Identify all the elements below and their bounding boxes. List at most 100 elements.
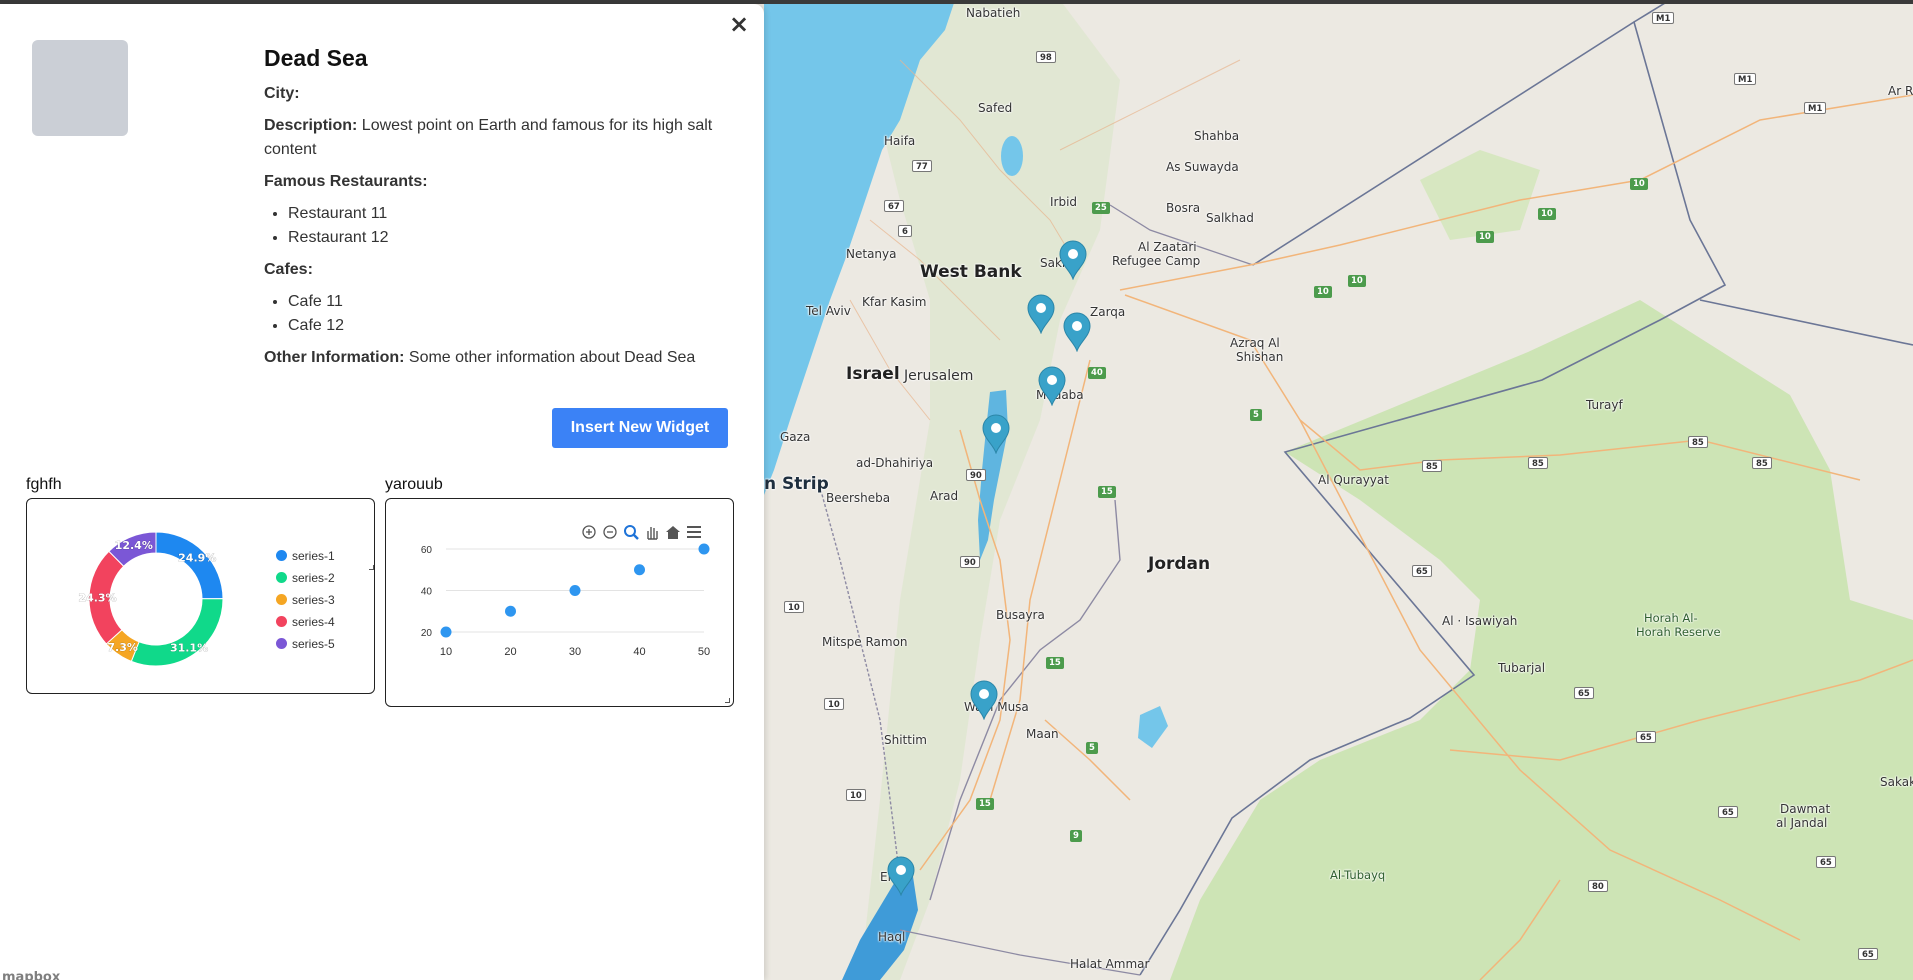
widget-title: yarouub [385, 476, 443, 493]
road-shield: 15 [1098, 486, 1116, 498]
map-label: Turayf [1586, 398, 1623, 412]
road-shield: 98 [1036, 51, 1056, 63]
donut-slice[interactable] [155, 531, 224, 600]
map-label: Beersheba [826, 491, 891, 505]
map-marker[interactable] [1058, 240, 1088, 280]
legend-item[interactable]: series-2 [276, 571, 335, 585]
map-label: Gaza [780, 430, 811, 444]
map-pin-icon [1063, 312, 1091, 352]
road-shield: 65 [1816, 856, 1836, 868]
map-label: Kfar Kasim [862, 295, 927, 309]
road-shield: 10 [784, 601, 804, 613]
scatter-point[interactable] [634, 564, 645, 576]
scatter-point[interactable] [569, 585, 581, 596]
road-shield: 85 [1528, 457, 1548, 469]
donut-slice[interactable] [130, 598, 224, 667]
donut-chart-widget[interactable]: 24.9% 31.1% 7.3% 24.3% 12.4% series-1 series-… [26, 498, 375, 694]
map-label: Azraq Al [1230, 336, 1280, 350]
legend-item[interactable]: series-3 [276, 593, 335, 607]
scatter-point[interactable] [698, 543, 710, 555]
map-label: al Jandal [1776, 816, 1828, 830]
cafes-list: Cafe 11 Cafe 12 [288, 290, 734, 338]
road-shield: 65 [1718, 806, 1738, 818]
road-shield: 90 [960, 556, 980, 568]
map-marker[interactable] [886, 856, 916, 896]
location-thumbnail [32, 40, 128, 136]
map-marker[interactable] [1026, 294, 1056, 334]
list-item: Restaurant 11 [288, 202, 734, 226]
map-label: Dawmat [1780, 802, 1831, 816]
insert-widget-button[interactable]: Insert New Widget [552, 408, 728, 448]
map-label: Jordan [1148, 554, 1211, 574]
x-tick-label: 10 [440, 646, 452, 658]
scatter-point[interactable] [440, 626, 452, 638]
list-item: Restaurant 12 [288, 226, 734, 250]
road-shield: 77 [912, 160, 932, 172]
map-label: Halat Ammar [1070, 957, 1150, 971]
cafes-heading: Cafes: [264, 258, 734, 282]
road-shield: 80 [1588, 880, 1608, 892]
road-shield: M1 [1734, 73, 1757, 85]
cafes-label: Cafes: [264, 261, 313, 278]
map-label: Al-Tubayq [1330, 868, 1386, 882]
x-tick-label: 20 [504, 646, 516, 658]
legend-label: series-1 [292, 549, 335, 563]
map-label: Haql [878, 930, 906, 944]
x-tick-label: 30 [569, 646, 581, 658]
road-shield: 67 [884, 200, 904, 212]
legend-label: series-4 [292, 615, 335, 629]
road-shield: 6 [898, 225, 912, 237]
location-details: Dead Sea City: Description: Lowest point… [264, 44, 734, 378]
legend-marker [276, 638, 287, 649]
other-info-label: Other Information: [264, 349, 405, 366]
road-shield: 15 [1046, 657, 1064, 669]
map-label: Al Zaatari [1138, 240, 1197, 254]
scatter-chart-widget[interactable]: 20 40 60 10 20 30 40 50 [385, 498, 734, 707]
map-label: Salkhad [1206, 211, 1254, 225]
city-label: City: [264, 85, 300, 102]
legend-item[interactable]: series-1 [276, 549, 335, 563]
legend-marker [276, 594, 287, 605]
map-marker[interactable] [981, 414, 1011, 454]
map-pin-icon [887, 856, 915, 896]
road-shield: M1 [1804, 102, 1827, 114]
road-shield: 9 [1070, 830, 1082, 842]
other-info-value: Some other information about Dead Sea [408, 349, 696, 366]
y-tick-label: 60 [421, 545, 433, 556]
legend-item[interactable]: series-4 [276, 615, 335, 629]
legend-label: series-5 [292, 637, 335, 651]
map-label: Nabatieh [966, 6, 1021, 20]
description-label: Description: [264, 117, 358, 134]
map-pin-icon [1027, 294, 1055, 334]
map-label: Bosra [1166, 201, 1201, 215]
scatter-point[interactable] [505, 605, 516, 617]
map-label: Tubarjal [1498, 661, 1546, 675]
map-label: Horah Al- [1644, 611, 1698, 625]
road-shield: 10 [824, 698, 844, 710]
close-icon[interactable]: × [729, 12, 749, 36]
app-root: Nabatieh Safed Haifa Shahba As Suwayda I… [0, 0, 1913, 980]
map-marker[interactable] [1062, 312, 1092, 352]
road-shield: 10 [1630, 178, 1648, 190]
road-shield: 85 [1752, 457, 1772, 469]
map-label: Shahba [1194, 129, 1240, 143]
road-shield: 10 [1476, 231, 1494, 243]
slice-label: 7.3% [107, 641, 138, 654]
map-marker[interactable] [1037, 366, 1067, 406]
road-shield: 65 [1574, 687, 1594, 699]
legend-item[interactable]: series-5 [276, 637, 335, 651]
resize-handle[interactable] [725, 698, 730, 703]
resize-handle[interactable] [369, 565, 374, 570]
map-label: Horah Reserve [1636, 625, 1721, 639]
city-row: City: [264, 82, 734, 106]
mapbox-logo[interactable]: mapbox [2, 970, 60, 980]
road-shield: 10 [846, 789, 866, 801]
map-label: Mitspe Ramon [822, 635, 908, 649]
map-pin-icon [1059, 240, 1087, 280]
map-marker[interactable] [969, 680, 999, 720]
map-label: Jerusalem [904, 368, 974, 384]
road-shield: 10 [1538, 208, 1556, 220]
map-label: n Strip [764, 474, 829, 494]
road-shield: 5 [1086, 742, 1098, 754]
legend-marker [276, 572, 287, 583]
